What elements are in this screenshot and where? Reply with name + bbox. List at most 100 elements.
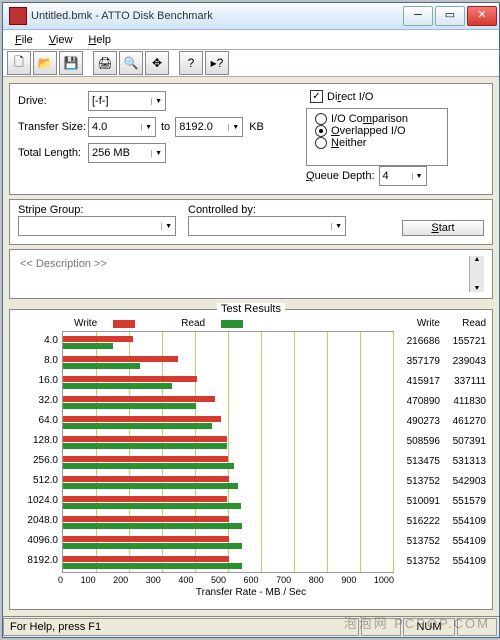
kb-label: KB [249, 121, 264, 133]
queue-depth-label: Queue Depth: [306, 170, 375, 182]
description-input[interactable] [18, 256, 469, 292]
read-value: 337111 [440, 376, 486, 387]
tlen-select[interactable]: 256 MB▼ [88, 143, 166, 163]
print-button[interactable]: 🖨 [93, 51, 117, 75]
write-value: 508596 [394, 436, 440, 447]
new-button[interactable]: 🗋 [7, 51, 31, 75]
write-swatch [113, 320, 135, 328]
toolbar: 🗋 📂 💾 🖨 🔍 ✥ ? ▸? [3, 49, 499, 77]
read-value: 239043 [440, 356, 486, 367]
menu-help[interactable]: Help [80, 32, 119, 48]
write-legend-label: Write [74, 318, 97, 329]
write-bar [63, 416, 221, 422]
read-value: 554109 [440, 556, 486, 567]
x-tick: 200 [113, 575, 128, 585]
to-label: to [161, 121, 170, 133]
y-tick: 4.0 [16, 331, 58, 351]
read-value: 554109 [440, 536, 486, 547]
menu-file[interactable]: File [7, 32, 41, 48]
help-button[interactable]: ? [179, 51, 203, 75]
write-bar [63, 396, 215, 402]
read-bar [63, 343, 113, 349]
window-title: Untitled.bmk - ATTO Disk Benchmark [31, 10, 403, 22]
x-tick: 100 [81, 575, 96, 585]
minimize-button[interactable]: ─ [403, 6, 433, 26]
stripe-select[interactable]: ▼ [18, 216, 176, 236]
scrollbar[interactable]: ▲▼ [469, 256, 484, 292]
read-value: 551579 [440, 496, 486, 507]
write-value: 415917 [394, 376, 440, 387]
read-value: 155721 [440, 336, 486, 347]
write-value: 513475 [394, 456, 440, 467]
read-bar [63, 463, 234, 469]
tsize-from-select[interactable]: 4.0▼ [88, 117, 156, 137]
write-bar [63, 336, 133, 342]
y-tick: 1024.0 [16, 491, 58, 511]
stripe-label: Stripe Group: [18, 204, 188, 216]
xaxis-label: Transfer Rate - MB / Sec [16, 587, 486, 598]
read-bar [63, 483, 238, 489]
neither-radio[interactable]: Neither [315, 137, 439, 149]
overlapped-io-radio[interactable]: Overlapped I/O [315, 125, 439, 137]
read-legend-label: Read [181, 318, 205, 329]
write-bar [63, 476, 229, 482]
x-tick: 800 [309, 575, 324, 585]
write-value: 357179 [394, 356, 440, 367]
x-tick: 900 [341, 575, 356, 585]
read-swatch [221, 320, 243, 328]
read-bar [63, 523, 242, 529]
queue-depth-select[interactable]: 4▼ [379, 166, 427, 186]
menu-view[interactable]: View [41, 32, 81, 48]
y-tick: 16.0 [16, 371, 58, 391]
menu-bar: File View Help [3, 30, 499, 49]
read-value: 507391 [440, 436, 486, 447]
read-value: 461270 [440, 416, 486, 427]
x-tick: 500 [211, 575, 226, 585]
read-bar [63, 403, 196, 409]
write-bar [63, 516, 229, 522]
read-bar [63, 503, 241, 509]
io-comparison-radio[interactable]: I/O Comparison [315, 113, 439, 125]
y-tick: 64.0 [16, 411, 58, 431]
x-tick: 0 [58, 575, 63, 585]
write-value: 516222 [394, 516, 440, 527]
write-value: 490273 [394, 416, 440, 427]
tsize-to-select[interactable]: 8192.0▼ [175, 117, 243, 137]
write-value: 470890 [394, 396, 440, 407]
write-value: 510091 [394, 496, 440, 507]
move-button[interactable]: ✥ [145, 51, 169, 75]
chart-area [62, 331, 394, 573]
read-value: 542903 [440, 476, 486, 487]
read-value: 554109 [440, 516, 486, 527]
write-bar [63, 356, 178, 362]
read-bar [63, 363, 140, 369]
write-bar [63, 376, 197, 382]
write-bar [63, 556, 229, 562]
read-bar [63, 383, 172, 389]
read-bar [63, 423, 212, 429]
write-value: 513752 [394, 556, 440, 567]
drive-select[interactable]: [-f-]▼ [88, 91, 166, 111]
results-title: Test Results [217, 303, 285, 315]
close-button[interactable]: ✕ [467, 6, 497, 26]
maximize-button[interactable]: ▭ [435, 6, 465, 26]
write-bar [63, 496, 227, 502]
y-tick: 8192.0 [16, 551, 58, 571]
start-button[interactable]: Start [402, 220, 484, 236]
write-bar [63, 536, 229, 542]
write-bar [63, 436, 227, 442]
open-button[interactable]: 📂 [33, 51, 57, 75]
save-button[interactable]: 💾 [59, 51, 83, 75]
x-tick: 400 [178, 575, 193, 585]
y-tick: 4096.0 [16, 531, 58, 551]
direct-io-check[interactable]: ✓Direct I/O [310, 90, 373, 103]
controlled-select[interactable]: ▼ [188, 216, 346, 236]
context-help-button[interactable]: ▸? [205, 51, 229, 75]
y-tick: 2048.0 [16, 511, 58, 531]
app-icon [9, 7, 27, 25]
x-tick: 700 [276, 575, 291, 585]
write-bar [63, 456, 228, 462]
preview-button[interactable]: 🔍 [119, 51, 143, 75]
write-value: 216686 [394, 336, 440, 347]
read-bar [63, 563, 242, 569]
